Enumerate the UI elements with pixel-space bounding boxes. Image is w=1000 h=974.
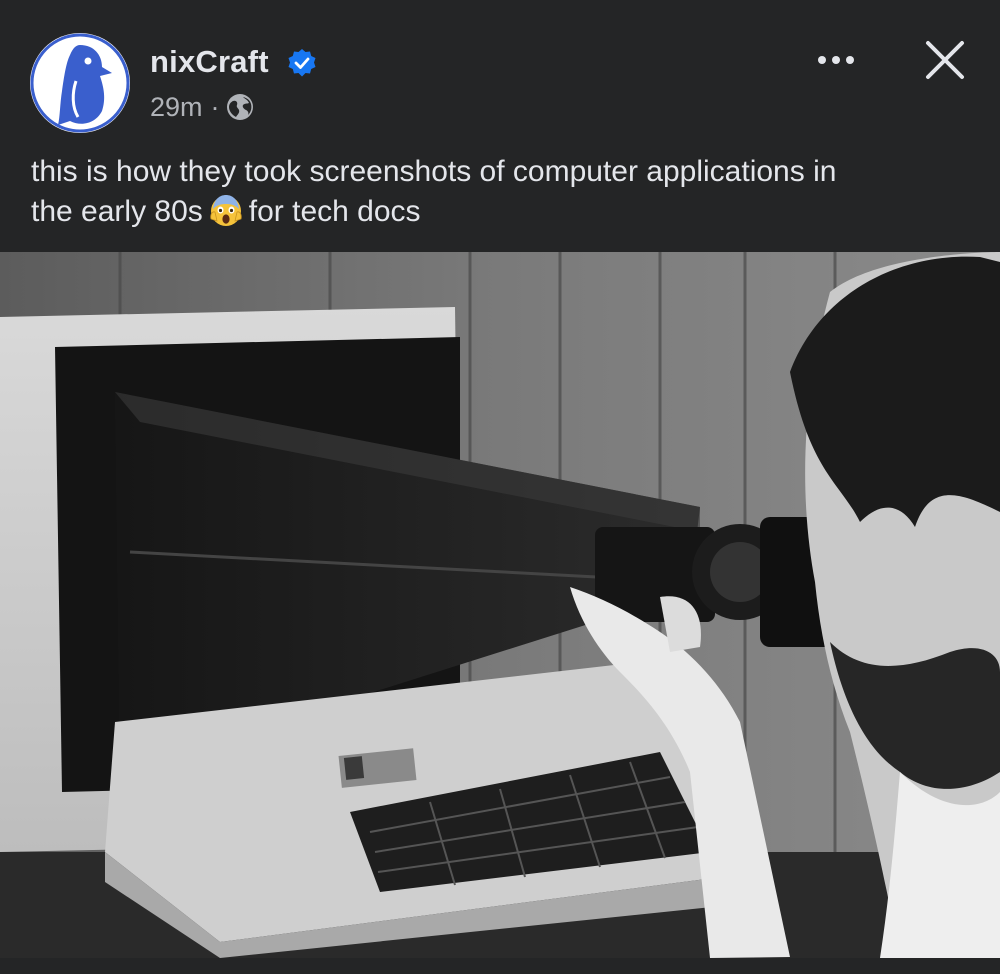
screaming-face-emoji: [210, 195, 242, 226]
post-caption: this is how they took screenshots of com…: [31, 152, 971, 232]
post-meta: 29m ·: [150, 90, 254, 124]
photo-illustration: [0, 252, 1000, 958]
more-horizontal-icon[interactable]: [812, 40, 860, 80]
post-footer-strip: [0, 958, 1000, 974]
caption-line-2: the early 80s for tech docs: [31, 192, 971, 232]
penguin-logo-icon: [30, 33, 130, 133]
caption-text-after-emoji: for tech docs: [248, 195, 421, 228]
author-avatar[interactable]: [30, 33, 130, 133]
verified-badge-icon: [288, 49, 316, 77]
caption-line-1: this is how they took screenshots of com…: [31, 155, 837, 188]
close-icon[interactable]: [921, 38, 969, 82]
globe-icon: [226, 94, 253, 120]
meta-separator: ·: [210, 91, 220, 122]
post-header: nixCraft 29m ·: [0, 0, 1000, 140]
post-time[interactable]: 29m: [150, 92, 203, 123]
post-photo[interactable]: [0, 252, 1000, 958]
caption-text-before-emoji: the early 80s: [31, 195, 203, 228]
author-name[interactable]: nixCraft: [150, 44, 269, 80]
